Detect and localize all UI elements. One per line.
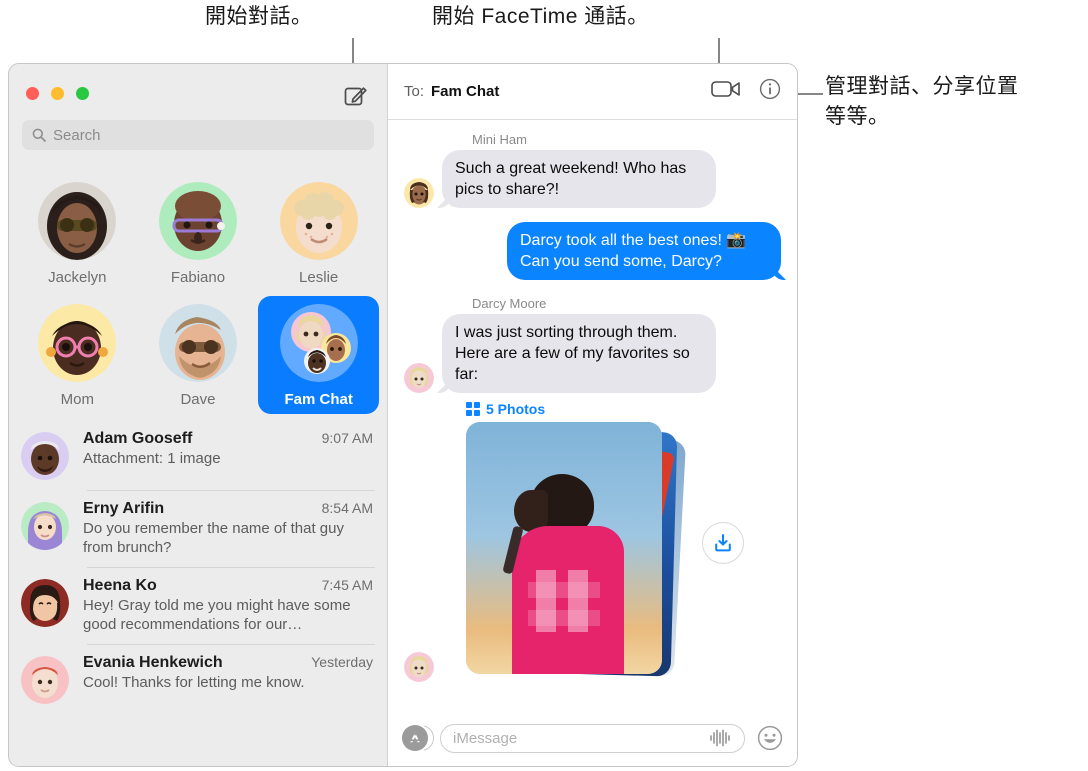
composer-bar: iMessage (388, 710, 797, 766)
photos-grid-icon (466, 402, 480, 416)
conversation-preview: Cool! Thanks for letting me know. (83, 674, 305, 691)
conversation-pane: To: Fam Chat Mini Ham Such a great weeke… (388, 64, 797, 766)
to-label: To: (404, 83, 425, 100)
message-bubble[interactable]: I was just sorting through them. Here ar… (442, 314, 716, 393)
photo-attachment: 5 Photos (404, 401, 781, 682)
avatar (404, 652, 434, 682)
close-button[interactable] (26, 87, 39, 100)
pinned-item-label: Fabiano (170, 269, 226, 286)
avatar (21, 656, 69, 704)
conversation-body: Heena Ko 7:45 AM Hey! Gray told me you m… (83, 577, 373, 634)
message-group-outgoing: Darcy took all the best ones! 📸 Can you … (404, 222, 781, 280)
save-download-icon[interactable] (702, 522, 744, 564)
photos-count-badge[interactable]: 5 Photos (466, 401, 781, 417)
pinned-item-leslie[interactable]: Leslie (258, 174, 379, 292)
callout-facetime: 開始 FaceTime 通話。 (432, 5, 649, 28)
conversation-list: Adam Gooseff 9:07 AM Attachment: 1 image (9, 420, 387, 766)
avatar (38, 304, 117, 382)
compose-icon[interactable] (342, 82, 369, 109)
conversation-row-evania[interactable]: Evania Henkewich Yesterday Cool! Thanks … (9, 644, 387, 714)
pinned-item-label: Jackelyn (48, 269, 107, 286)
pinned-item-fabiano[interactable]: Fabiano (138, 174, 259, 292)
photo-stack[interactable] (404, 422, 744, 682)
conversation-row-heena[interactable]: Heena Ko 7:45 AM Hey! Gray told me you m… (9, 567, 387, 644)
callout-details: 管理對話、分享位置 等等。 (825, 75, 1019, 128)
photo-shirt-pattern (528, 570, 600, 632)
pinned-item-label: Dave (180, 391, 216, 408)
message-bubble[interactable]: Such a great weekend! Who has pics to sh… (442, 150, 716, 208)
search-icon (32, 128, 46, 142)
pinned-item-label: Fam Chat (284, 391, 353, 408)
conversation-name: Erny Arifin (83, 500, 165, 517)
avatar (279, 182, 358, 260)
minimize-button[interactable] (51, 87, 64, 100)
messages-window: Search Jackelyn Fabiano Leslie Mom Dave … (8, 63, 798, 767)
search-placeholder: Search (53, 126, 101, 144)
message-input-placeholder: iMessage (453, 729, 518, 747)
smiley-face-icon[interactable] (757, 725, 783, 751)
conversation-name: Heena Ko (83, 577, 157, 594)
audio-waveform-icon[interactable] (708, 729, 732, 747)
conversation-body: Erny Arifin 8:54 AM Do you remember the … (83, 500, 373, 557)
conversation-row-adam[interactable]: Adam Gooseff 9:07 AM Attachment: 1 image (9, 420, 387, 490)
conversation-body: Adam Gooseff 9:07 AM Attachment: 1 image (83, 430, 373, 480)
message-group-mini-ham: Mini Ham Such a great weekend! Who has p… (404, 132, 781, 208)
conversation-preview: Hey! Gray told me you might have some go… (83, 597, 351, 633)
conversation-time: 9:07 AM (321, 430, 373, 446)
message-sender: Darcy Moore (472, 296, 547, 311)
pinned-item-label: Leslie (299, 269, 339, 286)
search-container: Search (9, 120, 387, 164)
conversation-row-erny[interactable]: Erny Arifin 8:54 AM Do you remember the … (9, 490, 387, 567)
avatar (21, 502, 69, 550)
conversation-preview: Attachment: 1 image (83, 450, 221, 467)
message-bubble[interactable]: Darcy took all the best ones! 📸 Can you … (507, 222, 781, 280)
search-input[interactable]: Search (22, 120, 374, 150)
zoom-button[interactable] (76, 87, 89, 100)
pinned-conversations: Jackelyn Fabiano Leslie Mom Dave Fam Cha… (9, 164, 387, 420)
video-camera-icon[interactable] (711, 79, 741, 104)
photo-thumbnail-front[interactable] (466, 422, 662, 674)
pinned-item-fam-chat[interactable]: Fam Chat (258, 296, 379, 414)
info-circle-icon[interactable] (759, 78, 781, 105)
message-input[interactable]: iMessage (440, 723, 745, 753)
callout-new-message: 開始對話。 (205, 5, 313, 28)
recipient-name[interactable]: Fam Chat (431, 83, 499, 100)
avatar (158, 304, 237, 382)
conversation-name: Evania Henkewich (83, 654, 223, 671)
conversation-time: 8:54 AM (321, 500, 373, 516)
avatar (21, 432, 69, 480)
message-list: Mini Ham Such a great weekend! Who has p… (388, 120, 797, 710)
pinned-item-label: Mom (60, 391, 94, 408)
thread-header: To: Fam Chat (388, 64, 797, 120)
conversation-body: Evania Henkewich Yesterday Cool! Thanks … (83, 654, 373, 704)
sidebar: Search Jackelyn Fabiano Leslie Mom Dave … (9, 64, 388, 766)
titlebar (9, 64, 387, 120)
avatar (404, 178, 434, 208)
group-avatar (279, 304, 358, 382)
photo-subject (502, 474, 626, 674)
avatar (404, 363, 434, 393)
message-group-darcy: Darcy Moore I was just sorting through t… (404, 296, 781, 393)
conversation-time: 7:45 AM (321, 577, 373, 593)
photos-count-label: 5 Photos (486, 401, 546, 417)
avatar (158, 182, 237, 260)
app-store-icon[interactable] (402, 725, 428, 751)
pinned-item-mom[interactable]: Mom (17, 296, 138, 414)
conversation-preview: Do you remember the name of that guy fro… (83, 520, 344, 556)
pinned-item-dave[interactable]: Dave (138, 296, 259, 414)
message-sender: Mini Ham (472, 132, 527, 147)
pinned-item-jackelyn[interactable]: Jackelyn (17, 174, 138, 292)
header-actions (711, 78, 781, 105)
avatar (21, 579, 69, 627)
conversation-name: Adam Gooseff (83, 430, 193, 447)
conversation-time: Yesterday (311, 654, 373, 670)
avatar (38, 182, 117, 260)
